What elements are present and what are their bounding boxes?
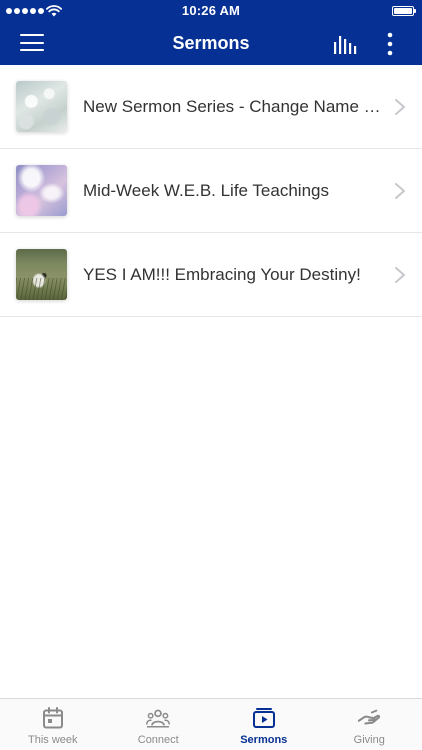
tab-this-week[interactable]: This week [0, 699, 106, 750]
more-options-icon[interactable] [380, 32, 400, 56]
sermon-title: YES I AM!!! Embracing Your Destiny! [83, 265, 361, 284]
sermon-thumbnail [16, 81, 67, 132]
status-time: 10:26 AM [181, 3, 241, 18]
audio-levels-icon[interactable] [333, 34, 357, 54]
nav-bar: Sermons [0, 22, 422, 65]
tab-bar: This week Connect Sermons Giving [0, 698, 422, 750]
app-header: 10:26 AM Sermons [0, 0, 422, 65]
sermon-list-item[interactable]: New Sermon Series - Change Name h... [0, 65, 422, 149]
tab-label: This week [27, 734, 78, 746]
sermon-list-item[interactable]: Mid-Week W.E.B. Life Teachings [0, 149, 422, 233]
sermon-title: Mid-Week W.E.B. Life Teachings [83, 181, 329, 200]
calendar-icon [42, 707, 63, 729]
sermon-title: New Sermon Series - Change Name h... [83, 97, 383, 116]
sermon-list-item[interactable]: YES I AM!!! Embracing Your Destiny! [0, 233, 422, 317]
tab-label: Sermons [240, 734, 288, 746]
tab-giving[interactable]: Giving [317, 699, 422, 750]
sermon-thumbnail [16, 165, 67, 216]
battery-icon [392, 6, 416, 16]
play-media-icon [252, 708, 275, 728]
status-bar: 10:26 AM [0, 0, 422, 22]
tab-sermons[interactable]: Sermons [211, 699, 317, 750]
chevron-right-icon [395, 99, 405, 115]
giving-hand-icon [358, 709, 381, 725]
sermon-list: New Sermon Series - Change Name h... Mid… [0, 65, 422, 317]
people-icon [146, 709, 171, 728]
chevron-right-icon [395, 267, 405, 283]
tab-label: Connect [137, 734, 179, 746]
tab-connect[interactable]: Connect [106, 699, 212, 750]
page-title: Sermons [172, 33, 250, 53]
sermon-thumbnail [16, 249, 67, 300]
chevron-right-icon [395, 183, 405, 199]
tab-label: Giving [353, 734, 385, 746]
